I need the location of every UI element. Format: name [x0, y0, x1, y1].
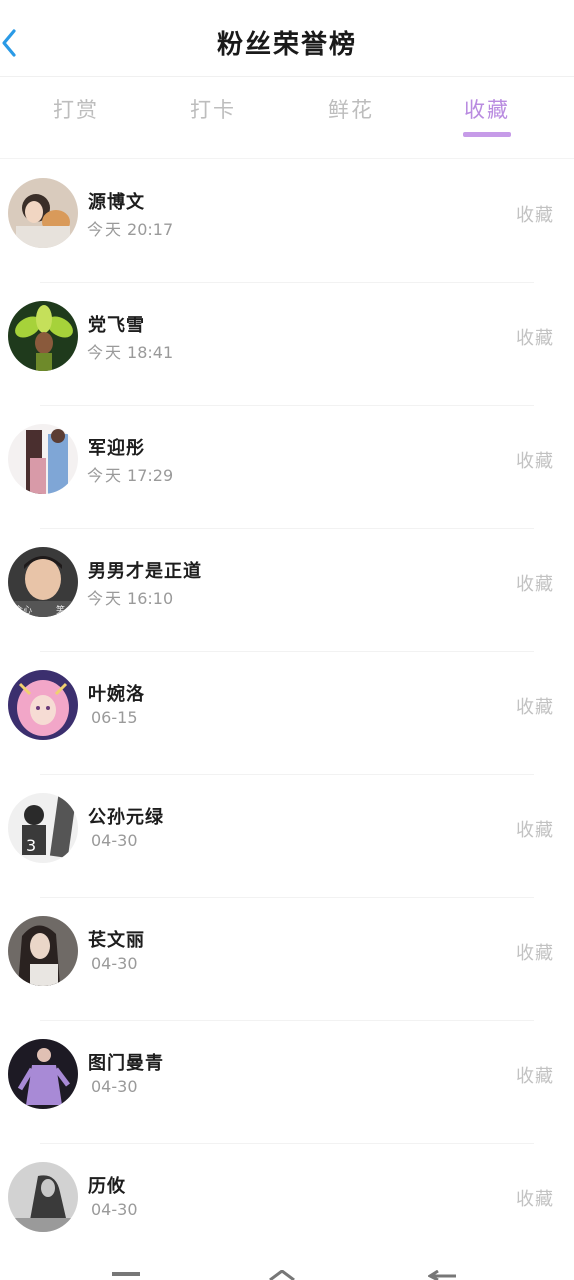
home-icon[interactable]	[268, 1270, 298, 1280]
favorite-label: 收藏	[516, 1066, 554, 1087]
fan-time: 今天 17:29	[87, 466, 174, 485]
active-tab-indicator	[463, 132, 511, 137]
fan-time: 今天 20:17	[87, 220, 174, 239]
list-item[interactable]: 3 公孙元绿 04-30 收藏	[0, 775, 574, 898]
favorite-label: 收藏	[516, 205, 554, 226]
favorite-label: 收藏	[516, 697, 554, 718]
fan-time: 04-30	[91, 1077, 138, 1096]
fan-time: 04-30	[91, 831, 138, 850]
fan-name: 军迎彤	[88, 438, 145, 459]
tab-bar: 打赏 打卡 鲜花 收藏	[0, 86, 574, 142]
fan-list: 源博文 今天 20:17 收藏 党飞雪 今天 18:41 收藏 军迎彤 今天 17:2…	[0, 160, 574, 1267]
svg-text:会心: 会心	[14, 604, 32, 616]
fan-name: 男男才是正道	[88, 561, 202, 582]
list-item[interactable]: 会心 笑 男男才是正道 今天 16:10 收藏	[0, 529, 574, 652]
fan-time: 04-30	[91, 954, 138, 973]
favorite-label: 收藏	[516, 451, 554, 472]
fan-name: 图门曼青	[88, 1053, 164, 1074]
fan-name: 苌文丽	[88, 930, 145, 951]
svg-text:3: 3	[26, 836, 36, 855]
list-item[interactable]: 图门曼青 04-30 收藏	[0, 1021, 574, 1144]
back-icon[interactable]	[428, 1270, 458, 1280]
header: 粉丝荣誉榜	[0, 0, 574, 86]
fan-time: 今天 16:10	[87, 589, 174, 608]
tab-reward[interactable]: 打赏	[36, 94, 116, 124]
favorite-label: 收藏	[516, 820, 554, 841]
avatar: 会心 笑	[8, 547, 78, 617]
avatar: 3	[8, 793, 78, 863]
fan-time: 今天 18:41	[87, 343, 174, 362]
fan-name: 公孙元绿	[88, 807, 164, 828]
system-nav-bar	[0, 1262, 574, 1280]
list-item[interactable]: 历攸 04-30 收藏	[0, 1144, 574, 1267]
favorite-label: 收藏	[516, 328, 554, 349]
avatar	[8, 1162, 78, 1232]
list-item[interactable]: 军迎彤 今天 17:29 收藏	[0, 406, 574, 529]
avatar	[8, 916, 78, 986]
fan-time: 04-30	[91, 1200, 138, 1219]
tabs-divider	[0, 158, 574, 159]
avatar	[8, 670, 78, 740]
tab-flowers[interactable]: 鲜花	[311, 94, 391, 124]
list-item[interactable]: 叶婉洛 06-15 收藏	[0, 652, 574, 775]
favorite-label: 收藏	[516, 574, 554, 595]
favorite-label: 收藏	[516, 1189, 554, 1210]
fan-name: 历攸	[88, 1176, 126, 1197]
tab-checkin[interactable]: 打卡	[173, 94, 253, 124]
avatar	[8, 1039, 78, 1109]
fan-name: 源博文	[88, 192, 145, 213]
svg-text:笑: 笑	[56, 604, 65, 616]
avatar	[8, 301, 78, 371]
fan-name: 党飞雪	[88, 315, 145, 336]
menu-icon[interactable]	[112, 1270, 142, 1280]
fan-name: 叶婉洛	[88, 684, 145, 705]
avatar	[8, 424, 78, 494]
avatar	[8, 178, 78, 248]
tab-favorites[interactable]: 收藏	[447, 94, 527, 124]
page-title: 粉丝荣誉榜	[216, 30, 357, 60]
header-divider	[0, 76, 574, 77]
list-item[interactable]: 源博文 今天 20:17 收藏	[0, 160, 574, 283]
list-item[interactable]: 党飞雪 今天 18:41 收藏	[0, 283, 574, 406]
fan-time: 06-15	[91, 708, 138, 727]
favorite-label: 收藏	[516, 943, 554, 964]
list-item[interactable]: 苌文丽 04-30 收藏	[0, 898, 574, 1021]
